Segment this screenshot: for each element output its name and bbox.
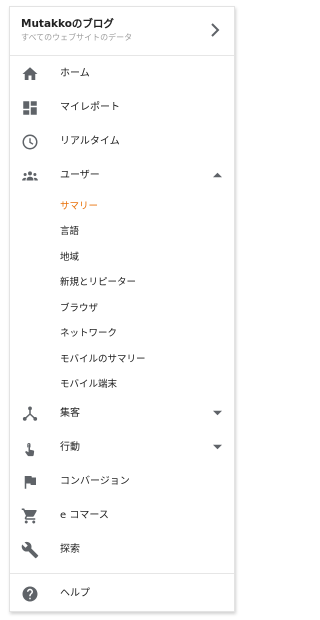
nav-item-ecommerce[interactable]: e コマース	[10, 501, 234, 531]
footer-divider	[10, 573, 234, 574]
chevron-right-icon[interactable]	[208, 21, 222, 39]
property-title: Mutakkoのブログ	[21, 18, 114, 30]
nav-label-realtime: リアルタイム	[60, 136, 120, 147]
property-subtitle: すべてのウェブサイトのデータ	[21, 33, 133, 42]
wrench-icon	[21, 541, 39, 559]
nav-item-home[interactable]: ホーム	[10, 59, 234, 89]
nav-item-my-report[interactable]: マイレポート	[10, 93, 234, 123]
clock-icon	[22, 134, 38, 150]
nav-label-my-report: マイレポート	[60, 102, 120, 113]
nav-item-behavior[interactable]: 行動	[10, 433, 234, 463]
cart-icon	[21, 508, 37, 524]
sub-item-mobile-devices[interactable]: モバイル端末	[60, 378, 117, 391]
sub-item-mobile-summary[interactable]: モバイルのサマリー	[60, 353, 146, 366]
nav-item-explore[interactable]: 探索	[10, 535, 234, 565]
nav-item-realtime[interactable]: リアルタイム	[10, 127, 234, 157]
nav-label-ecommerce: e コマース	[60, 510, 109, 521]
nav-item-users[interactable]: ユーザー	[10, 161, 234, 191]
nav-label-behavior: 行動	[60, 442, 80, 453]
flag-icon	[24, 476, 36, 489]
sub-item-language[interactable]: 言語	[60, 225, 79, 238]
nav-label-conversion: コンバージョン	[60, 476, 130, 487]
sub-item-network[interactable]: ネットワーク	[60, 327, 117, 340]
sub-item-browser[interactable]: ブラウザ	[60, 302, 98, 315]
nav-item-conversion[interactable]: コンバージョン	[10, 467, 234, 497]
nav-label-users: ユーザー	[60, 170, 100, 181]
people-icon	[22, 171, 38, 181]
nav-label-home: ホーム	[60, 68, 90, 79]
acquisition-icon	[22, 406, 38, 421]
navigation-drawer: Mutakkoのブログ すべてのウェブサイトのデータ ホーム マイレポート リア…	[9, 6, 235, 612]
sub-item-summary[interactable]: サマリー	[60, 200, 98, 213]
sub-item-new-vs-returning[interactable]: 新規とリピーター	[60, 276, 136, 289]
property-selector[interactable]: Mutakkoのブログ すべてのウェブサイトのデータ	[10, 7, 234, 56]
dashboard-icon	[23, 101, 37, 115]
nav-item-help[interactable]: ヘルプ	[10, 579, 234, 609]
nav-label-explore: 探索	[60, 544, 80, 555]
nav-label-help: ヘルプ	[60, 588, 90, 599]
nav-item-acquisition[interactable]: 集客	[10, 399, 234, 429]
sub-item-region[interactable]: 地域	[60, 251, 79, 264]
caret-down-icon	[213, 444, 222, 450]
help-icon	[22, 586, 38, 602]
home-icon	[22, 67, 38, 80]
nav-label-acquisition: 集客	[60, 408, 80, 419]
touch-icon	[25, 443, 35, 457]
caret-up-icon	[213, 172, 222, 178]
caret-down-icon	[213, 410, 222, 416]
